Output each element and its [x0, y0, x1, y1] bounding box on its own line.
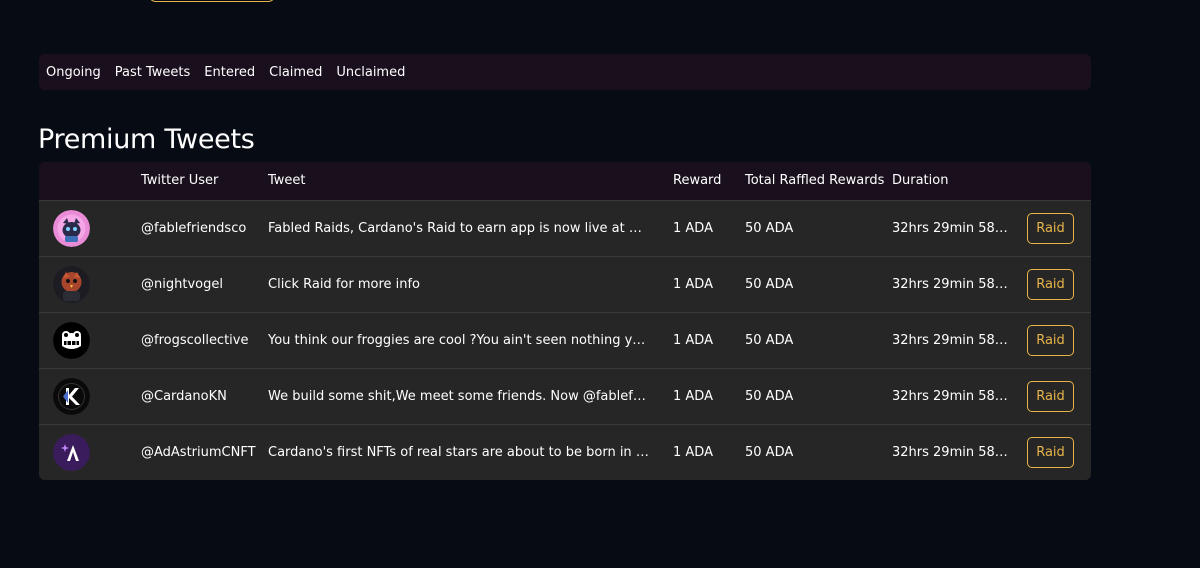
row-total-raffled-rewards: 50 ADA — [745, 221, 794, 236]
row-duration: 32hrs 29min 58sec — [892, 277, 1012, 292]
row-total-raffled-rewards: 50 ADA — [745, 445, 794, 460]
row-reward: 1 ADA — [673, 389, 713, 404]
tab-unclaimed[interactable]: Unclaimed — [336, 65, 405, 80]
header-duration: Duration — [892, 173, 949, 188]
row-twitter-user[interactable]: @fablefriendsco — [141, 201, 259, 256]
row-tweet: We build some shit,We meet some friends.… — [268, 389, 650, 404]
raid-button[interactable]: Raid — [1027, 381, 1074, 412]
row-reward: 1 ADA — [673, 445, 713, 460]
raid-button[interactable]: Raid — [1027, 269, 1074, 300]
fablefriends-avatar — [53, 210, 90, 247]
row-twitter-user[interactable]: @nightvogel — [141, 257, 259, 312]
premium-tweets-table: Twitter User Tweet Reward Total Raffled … — [39, 162, 1091, 480]
row-reward: 1 ADA — [673, 221, 713, 236]
row-tweet: Cardano's first NFTs of real stars are a… — [268, 445, 650, 460]
nightvogel-avatar — [53, 266, 90, 303]
header-reward: Reward — [673, 173, 722, 188]
row-tweet: You think our froggies are cool ?You ain… — [268, 333, 650, 348]
tab-ongoing[interactable]: Ongoing — [46, 65, 101, 80]
table-row: @fablefriendsco Fabled Raids, Cardano's … — [39, 201, 1091, 257]
tab-past-tweets[interactable]: Past Tweets — [115, 65, 191, 80]
raid-button[interactable]: Raid — [1027, 325, 1074, 356]
table-row: @frogscollective You think our froggies … — [39, 313, 1091, 369]
row-duration: 32hrs 29min 58sec — [892, 221, 1012, 236]
adastrium-avatar — [53, 434, 90, 471]
row-tweet: Click Raid for more info — [268, 277, 421, 292]
row-duration: 32hrs 29min 58sec — [892, 445, 1012, 460]
row-reward: 1 ADA — [673, 333, 713, 348]
table-header: Twitter User Tweet Reward Total Raffled … — [39, 162, 1091, 201]
row-twitter-user[interactable]: @AdAstriumCNFT — [141, 425, 259, 480]
header-tweet: Tweet — [268, 173, 306, 188]
section-title: Premium Tweets — [38, 124, 255, 155]
tab-entered[interactable]: Entered — [204, 65, 255, 80]
tab-claimed[interactable]: Claimed — [269, 65, 322, 80]
row-total-raffled-rewards: 50 ADA — [745, 277, 794, 292]
cardanokn-avatar — [53, 378, 90, 415]
row-duration: 32hrs 29min 58sec — [892, 389, 1012, 404]
row-tweet: Fabled Raids, Cardano's Raid to earn app… — [268, 221, 650, 236]
top-action-button[interactable] — [148, 0, 276, 2]
row-reward: 1 ADA — [673, 277, 713, 292]
tab-bar: Ongoing Past Tweets Entered Claimed Uncl… — [39, 54, 1091, 90]
table-row: @nightvogel Click Raid for more info 1 A… — [39, 257, 1091, 313]
table-row: @AdAstriumCNFT Cardano's first NFTs of r… — [39, 425, 1091, 480]
row-total-raffled-rewards: 50 ADA — [745, 389, 794, 404]
raid-button[interactable]: Raid — [1027, 213, 1074, 244]
row-twitter-user[interactable]: @CardanoKN — [141, 369, 259, 424]
row-twitter-user[interactable]: @frogscollective — [141, 313, 259, 368]
row-total-raffled-rewards: 50 ADA — [745, 333, 794, 348]
frogscollective-avatar — [53, 322, 90, 359]
header-twitter-user: Twitter User — [141, 173, 219, 188]
table-row: @CardanoKN We build some shit,We meet so… — [39, 369, 1091, 425]
raid-button[interactable]: Raid — [1027, 437, 1074, 468]
header-total-raffled-rewards: Total Raffled Rewards — [745, 173, 885, 188]
row-duration: 32hrs 29min 58sec — [892, 333, 1012, 348]
